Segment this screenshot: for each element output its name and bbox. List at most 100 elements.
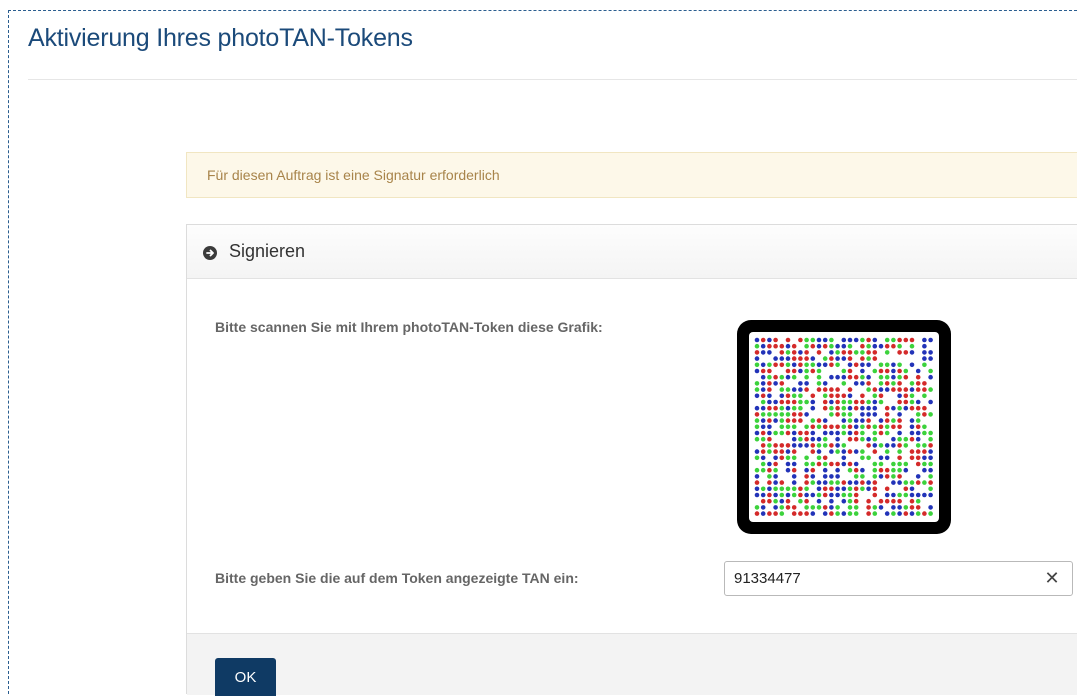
phototan-dot <box>878 474 884 479</box>
phototan-dot <box>760 362 766 368</box>
phototan-dot <box>810 418 816 423</box>
phototan-dot <box>791 343 797 349</box>
phototan-dot <box>928 443 933 448</box>
phototan-dot <box>798 486 803 492</box>
phototan-dot <box>847 418 853 423</box>
phototan-dot <box>909 393 915 399</box>
phototan-dot <box>909 480 915 485</box>
phototan-dot <box>866 405 871 411</box>
phototan-dot <box>872 443 878 448</box>
phototan-dot <box>779 418 785 423</box>
phototan-dot <box>915 374 921 380</box>
phototan-dot <box>878 368 884 374</box>
phototan-dot <box>891 424 896 430</box>
tan-input[interactable] <box>724 561 1073 596</box>
panel-header[interactable]: Signieren <box>187 225 1077 279</box>
phototan-dot <box>822 436 828 442</box>
phototan-dot <box>754 343 760 349</box>
phototan-dot <box>872 412 878 417</box>
phototan-dot <box>754 455 760 461</box>
phototan-dot <box>804 505 809 510</box>
phototan-dot <box>754 381 760 386</box>
phototan-dot <box>767 436 772 442</box>
phototan-dot <box>822 455 828 461</box>
phototan-dot <box>903 511 909 516</box>
phototan-dot <box>915 418 921 423</box>
phototan-dot <box>779 505 785 510</box>
phototan-dot <box>779 449 785 454</box>
close-icon[interactable]: ✕ <box>1041 567 1063 589</box>
phototan-dot <box>835 405 840 411</box>
phototan-dot <box>915 412 921 417</box>
phototan-dot <box>928 387 933 392</box>
phototan-dot <box>860 368 865 374</box>
phototan-dot <box>760 337 766 343</box>
phototan-dot <box>810 449 816 454</box>
ok-button[interactable]: OK <box>215 658 276 696</box>
phototan-dot <box>791 467 797 473</box>
phototan-dot <box>829 430 834 436</box>
phototan-dot <box>909 418 915 423</box>
phototan-dot <box>853 424 859 430</box>
phototan-dot <box>897 368 902 374</box>
phototan-dot <box>798 387 803 392</box>
phototan-dot <box>767 492 772 498</box>
phototan-dot <box>810 430 816 436</box>
phototan-dot <box>810 505 816 510</box>
phototan-dot <box>928 511 933 516</box>
phototan-dot <box>754 430 760 436</box>
phototan-dot <box>915 461 921 467</box>
phototan-dot <box>928 412 933 417</box>
phototan-dot <box>866 362 871 368</box>
phototan-dot <box>822 418 828 423</box>
phototan-dot <box>754 393 760 399</box>
phototan-dot <box>884 368 890 374</box>
phototan-dot <box>810 474 816 479</box>
phototan-dot <box>810 399 816 405</box>
phototan-dot <box>835 350 840 355</box>
panel-title: Signieren <box>229 241 306 261</box>
phototan-dot <box>810 368 816 374</box>
phototan-dot <box>884 374 890 380</box>
phototan-dot <box>866 505 871 510</box>
phototan-dot <box>773 418 778 423</box>
phototan-dot <box>860 337 865 343</box>
phototan-dot <box>822 430 828 436</box>
phototan-dot <box>847 436 853 442</box>
phototan-dot <box>872 449 878 454</box>
phototan-dot <box>779 399 785 405</box>
phototan-dot <box>878 498 884 504</box>
phototan-dot <box>822 480 828 485</box>
title-divider <box>28 79 1077 80</box>
phototan-dot <box>897 424 902 430</box>
phototan-dot <box>822 405 828 411</box>
phototan-dot <box>835 486 840 492</box>
phototan-dot <box>767 498 772 504</box>
phototan-dot <box>909 455 915 461</box>
phototan-dot <box>891 368 896 374</box>
phototan-dot <box>847 399 853 405</box>
phototan-dot <box>928 486 933 492</box>
phototan-dot <box>853 350 859 355</box>
phototan-dot <box>903 393 909 399</box>
phototan-dot <box>853 399 859 405</box>
phototan-dot <box>853 405 859 411</box>
phototan-dot <box>841 337 847 343</box>
phototan-dot <box>767 461 772 467</box>
phototan-dot <box>804 362 809 368</box>
phototan-dot <box>816 368 822 374</box>
phototan-dot <box>872 343 878 349</box>
circle-arrow-right-icon <box>203 246 217 260</box>
phototan-dot <box>909 492 915 498</box>
phototan-dot <box>754 492 760 498</box>
phototan-dot <box>754 511 760 516</box>
phototan-dot <box>928 455 933 461</box>
phototan-dot <box>928 449 933 454</box>
phototan-dot <box>835 430 840 436</box>
phototan-dot <box>841 393 847 399</box>
phototan-dot <box>891 374 896 380</box>
phototan-dot <box>779 374 785 380</box>
phototan-dot <box>841 424 847 430</box>
phototan-dot <box>760 424 766 430</box>
phototan-dot <box>779 393 785 399</box>
